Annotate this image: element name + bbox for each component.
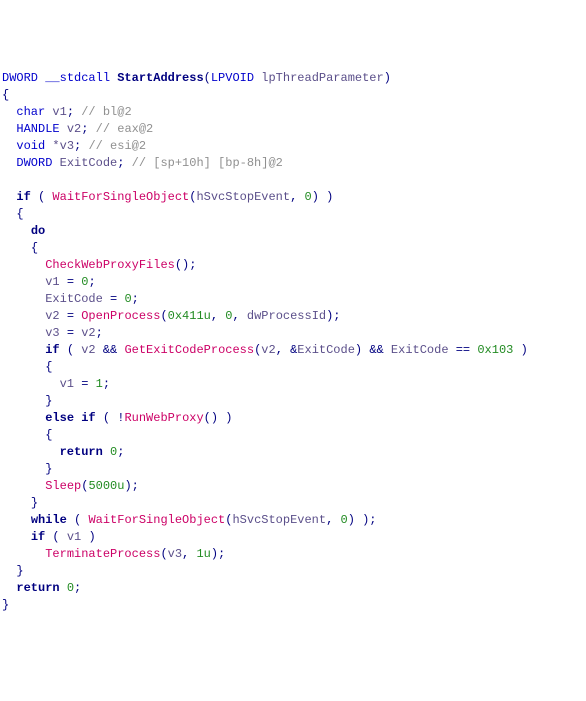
callconv: __stdcall	[45, 71, 110, 85]
call-sleep: Sleep	[45, 479, 81, 493]
func-name: StartAddress	[117, 71, 203, 85]
param-name: lpThreadParameter	[261, 71, 383, 85]
code-block: DWORD __stdcall StartAddress(LPVOID lpTh…	[2, 70, 584, 614]
call-rwp: RunWebProxy	[124, 411, 203, 425]
comment: // esi@2	[88, 139, 146, 153]
comment: // [sp+10h] [bp-8h]@2	[132, 156, 283, 170]
call-cwp: CheckWebProxyFiles	[45, 258, 175, 272]
call-gecp: GetExitCodeProcess	[124, 343, 254, 357]
comment: // bl@2	[81, 105, 131, 119]
call-tp: TerminateProcess	[45, 547, 160, 561]
decl-type: DWORD	[2, 71, 38, 85]
call-wfso: WaitForSingleObject	[88, 513, 225, 527]
call-wfso: WaitForSingleObject	[52, 190, 189, 204]
call-openprocess: OpenProcess	[81, 309, 160, 323]
comment: // eax@2	[96, 122, 154, 136]
param-type: LPVOID	[211, 71, 254, 85]
